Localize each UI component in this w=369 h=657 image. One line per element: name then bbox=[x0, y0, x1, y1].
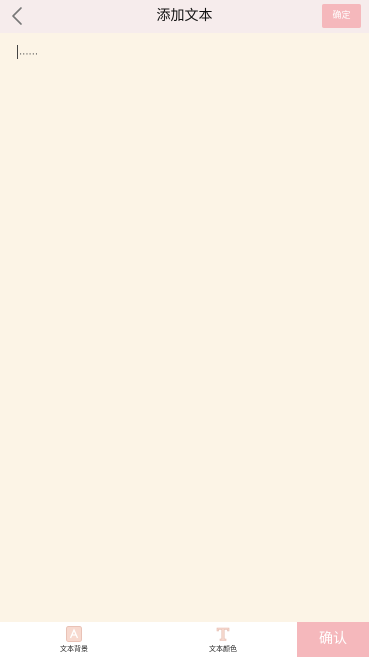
page-title: 添加文本 bbox=[156, 8, 213, 24]
text-input[interactable]: ...... bbox=[17, 45, 38, 59]
add-text-screen: 添加文本 确定 ...... 文本背景 文本颜色 确认 bbox=[0, 0, 369, 657]
text-input-placeholder: ...... bbox=[19, 46, 39, 58]
header-bar: 添加文本 确定 bbox=[0, 0, 369, 33]
text-background-label: 文本背景 bbox=[60, 645, 88, 653]
text-color-icon bbox=[216, 627, 230, 641]
confirm-button-bottom[interactable]: 确认 bbox=[297, 622, 369, 657]
text-color-label: 文本颜色 bbox=[209, 645, 237, 653]
text-caret bbox=[17, 45, 18, 59]
bottom-toolbar: 文本背景 文本颜色 确认 bbox=[0, 622, 369, 657]
text-color-button[interactable]: 文本颜色 bbox=[193, 622, 253, 657]
text-background-icon bbox=[66, 626, 82, 642]
text-background-button[interactable]: 文本背景 bbox=[44, 622, 104, 657]
text-editor-area[interactable]: ...... bbox=[0, 33, 369, 622]
confirm-button-top[interactable]: 确定 bbox=[322, 4, 361, 28]
